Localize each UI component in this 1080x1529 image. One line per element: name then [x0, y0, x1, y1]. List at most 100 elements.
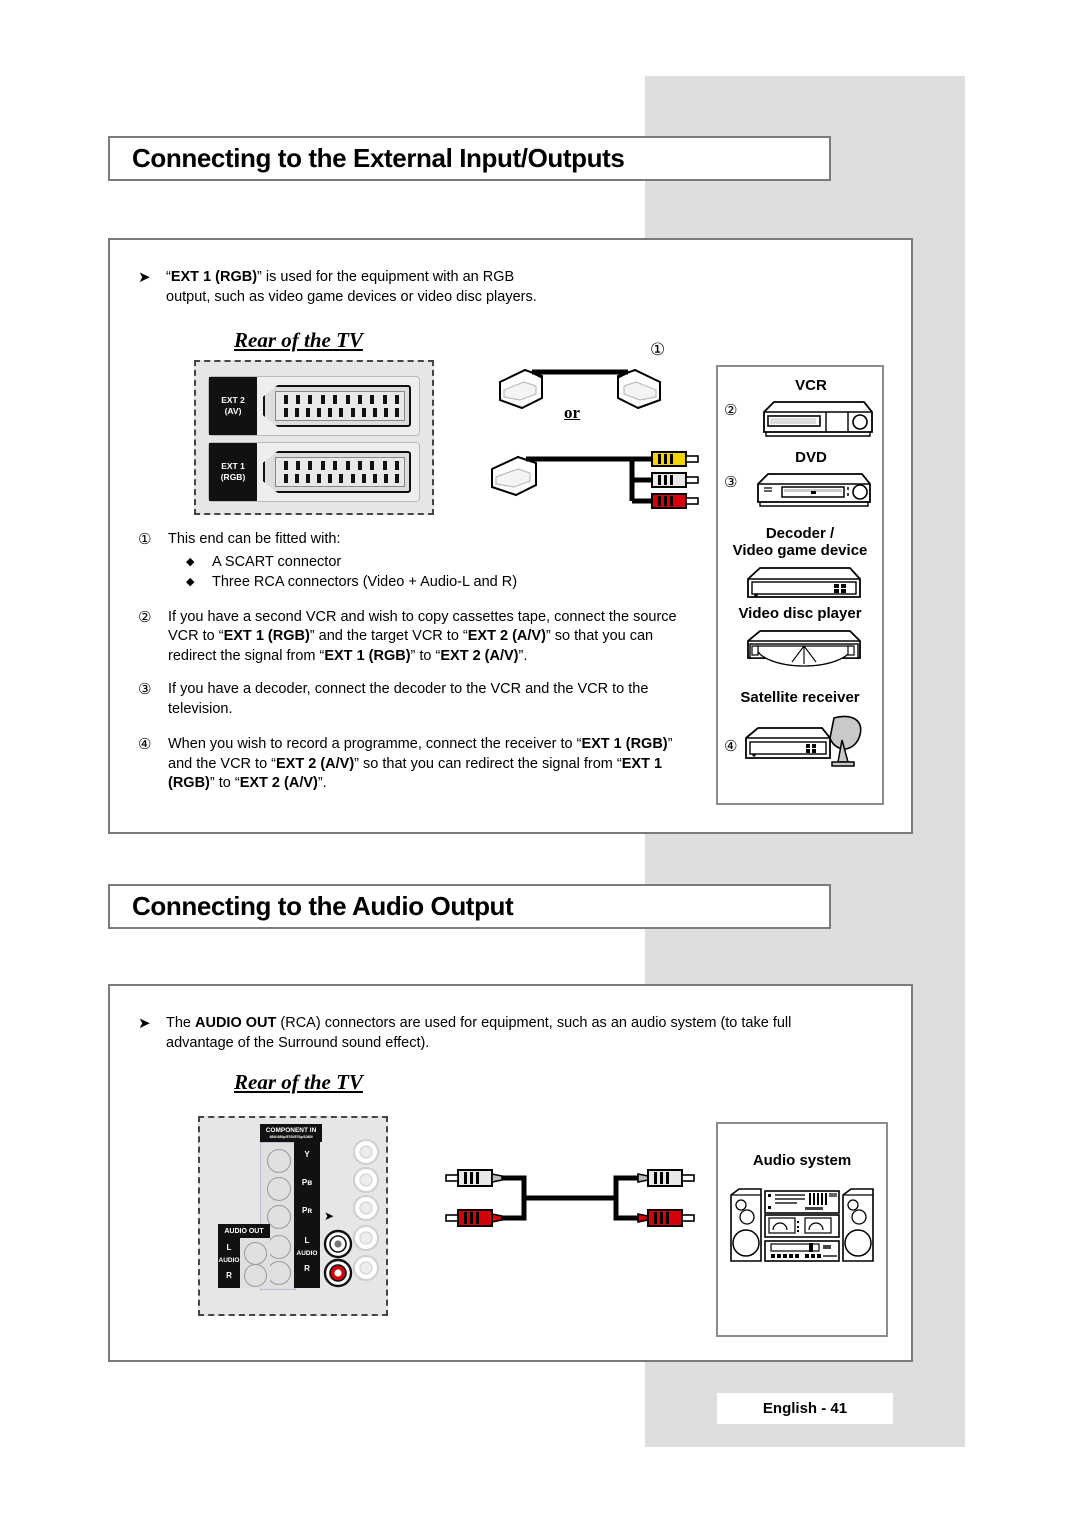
jack-label-l: L	[304, 1236, 310, 1245]
instruction-item-1: ① This end can be fitted with: ◆ A SCART…	[138, 530, 698, 592]
instruction-sublist-1: ◆ A SCART connector ◆ Three RCA connecto…	[186, 552, 517, 592]
video-disc-player-icon	[747, 630, 861, 667]
callout-marker-1: ①	[650, 340, 666, 360]
scart-label-ext2-name: EXT 2	[221, 395, 245, 405]
rca-plug-right-red-icon	[637, 1209, 695, 1227]
decoder-icon	[747, 567, 861, 598]
audio-out-jack-column	[240, 1238, 270, 1288]
audio-out-r-socket[interactable]	[244, 1264, 267, 1287]
scart-pins-icon	[283, 395, 400, 417]
audio-out-label-r: R	[226, 1271, 232, 1280]
satellite-receiver-icon	[745, 715, 862, 767]
audio-output-note-text: The AUDIO OUT (RCA) connectors are used …	[166, 1015, 792, 1051]
section-title-external-io: Connecting to the External Input/Outputs	[108, 136, 831, 181]
section-title-text: Connecting to the External Input/Outputs	[132, 143, 625, 173]
instruction-item-3: ③ If you have a decoder, connect the dec…	[138, 680, 698, 719]
scart-label-ext2: EXT 2 (AV)	[209, 377, 257, 435]
instruction-number-1: ①	[138, 530, 152, 548]
section-title-text: Connecting to the Audio Output	[132, 891, 514, 921]
jack-label-pb: Pʙ	[301, 1178, 313, 1187]
device-satellite-label: Satellite receiver	[740, 689, 860, 706]
dvd-icon	[757, 473, 871, 507]
sub-item-text: Three RCA connectors (Video + Audio-L an…	[212, 573, 518, 590]
audio-out-label-l: L	[226, 1243, 232, 1252]
note-bold-term: AUDIO OUT	[195, 1015, 277, 1031]
rca-plug-left-white-icon	[445, 1169, 503, 1187]
audio-output-note: ➤ The AUDIO OUT (RCA) connectors are use…	[138, 1014, 878, 1053]
note-bold-term: EXT 1 (RGB)	[170, 269, 258, 285]
scart-label-ext1: EXT 1 (RGB)	[209, 443, 257, 501]
device-decoder-label: Decoder /	[765, 525, 835, 542]
audio-out-names: L AUDIO R	[218, 1238, 240, 1288]
rca-plug-right-white-icon	[637, 1169, 695, 1187]
jack-comp-l-socket[interactable]	[267, 1235, 291, 1259]
device-satellite-number: ④	[724, 737, 738, 755]
component-in-label: COMPONENT IN	[265, 1126, 317, 1134]
device-dvd-number: ③	[724, 473, 738, 491]
scart-to-rca-cable-diagram	[470, 435, 710, 525]
page-number-label: English - 41	[762, 1400, 848, 1417]
scart-to-scart-cable-diagram	[470, 360, 690, 440]
device-video-disc: Video disc player	[718, 605, 882, 670]
device-dvd-label: DVD	[795, 449, 827, 466]
device-vcr-label: VCR	[795, 377, 827, 394]
scart-socket-ext2: EXT 2 (AV)	[208, 376, 420, 436]
instruction-text-3: If you have a decoder, connect the decod…	[168, 681, 649, 717]
audio-system-panel: Audio system	[716, 1122, 888, 1337]
audio-out-label-box: AUDIO OUT	[218, 1224, 270, 1238]
vcr-icon	[763, 401, 873, 437]
jack-y-socket[interactable]	[267, 1149, 291, 1173]
device-dvd: DVD ③	[718, 449, 882, 512]
instruction-text-2: If you have a second VCR and wish to cop…	[168, 608, 677, 664]
satellite-dish-icon	[829, 715, 862, 767]
device-decoder: Decoder / Video game device	[718, 525, 882, 605]
rca-to-rca-cable-diagram	[440, 1156, 700, 1246]
scart-body-ext2	[263, 385, 411, 427]
ghost-sockets-icon	[353, 1139, 379, 1281]
component-in-label-box: COMPONENT IN 480i/480p/576i/576p/1080i	[260, 1124, 322, 1142]
jack-pb-socket[interactable]	[267, 1177, 291, 1201]
instruction-item-4: ④ When you wish to record a programme, c…	[138, 735, 698, 794]
rear-of-tv-caption-top: Rear of the TV	[234, 328, 363, 352]
jack-comp-r-socket[interactable]	[267, 1261, 291, 1285]
scart-rca-cable-svg	[491, 451, 699, 509]
manual-page: Connecting to the External Input/Outputs…	[0, 0, 1080, 1529]
tv-rear-panel-scart: EXT 2 (AV) EXT 1 (RGB)	[194, 360, 434, 515]
sub-item: ◆ Three RCA connectors (Video + Audio-L …	[186, 572, 517, 592]
jack-pr-socket[interactable]	[267, 1205, 291, 1229]
scart-body-ext1	[263, 451, 411, 493]
arrow-bullet-icon: ➤	[138, 1014, 151, 1032]
sub-item-text: A SCART connector	[212, 553, 342, 570]
jack-label-audio: AUDIO	[296, 1250, 318, 1257]
scart-cable-svg	[499, 368, 661, 410]
tv-rear-panel-audio: COMPONENT IN 480i/480p/576i/576p/1080i Y…	[198, 1116, 388, 1316]
instruction-text-4: When you wish to record a programme, con…	[168, 736, 673, 791]
connected-devices-panel: VCR ② DVD ③ Decoder / Video game device …	[716, 365, 884, 805]
component-jack-names: Y Pʙ Pʀ L AUDIO R	[294, 1142, 320, 1288]
rca-plug-video-icon	[651, 451, 699, 467]
instruction-number-4: ④	[138, 735, 152, 753]
component-in-sublabel: 480i/480p/576i/576p/1080i	[269, 1134, 313, 1139]
external-io-note-text: “EXT 1 (RGB)” is used for the equipment …	[166, 269, 537, 305]
diamond-bullet-icon: ◆	[186, 574, 195, 588]
rca-plug-audio-right-icon	[651, 493, 699, 509]
arrow-right-icon: ➤	[324, 1209, 335, 1223]
audio-system-label: Audio system	[752, 1152, 852, 1169]
or-label: or	[564, 403, 581, 422]
instruction-item-2: ② If you have a second VCR and wish to c…	[138, 608, 698, 667]
external-io-instruction-list: ① This end can be fitted with: ◆ A SCART…	[138, 530, 698, 808]
page-footer: English - 41	[717, 1393, 893, 1424]
device-vcr: VCR ②	[718, 377, 882, 440]
scart-label-ext1-name: EXT 1	[221, 461, 245, 471]
device-satellite: Satellite receiver ④	[718, 689, 882, 772]
audio-system-icon	[730, 1188, 874, 1262]
audio-out-label-audio: AUDIO	[218, 1257, 240, 1264]
instruction-number-2: ②	[138, 607, 152, 626]
audio-out-l-socket[interactable]	[244, 1242, 267, 1265]
sub-item: ◆ A SCART connector	[186, 552, 517, 572]
scart-label-ext1-sub: (RGB)	[220, 472, 246, 482]
section-title-audio-output: Connecting to the Audio Output	[108, 884, 831, 929]
rca-plug-audio-left-icon	[651, 472, 699, 488]
scart-socket-ext1: EXT 1 (RGB)	[208, 442, 420, 502]
scart-label-ext2-sub: (AV)	[224, 406, 242, 416]
